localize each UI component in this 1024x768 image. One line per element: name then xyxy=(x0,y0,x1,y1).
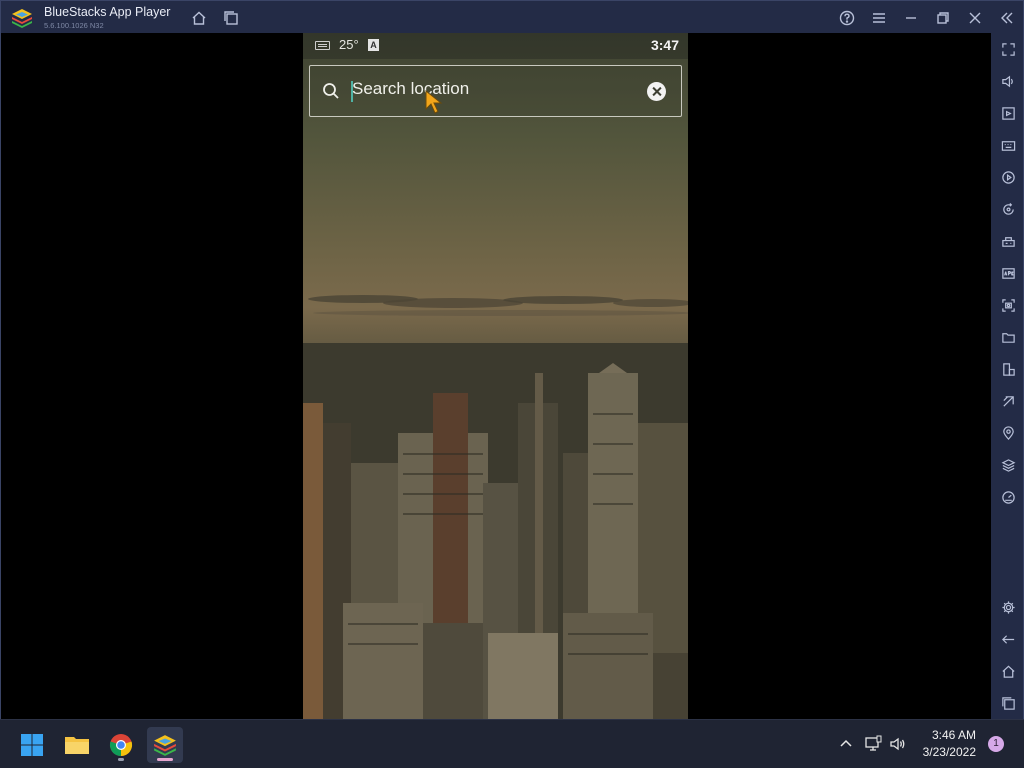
clear-search-icon[interactable] xyxy=(647,82,666,101)
notification-badge[interactable]: 1 xyxy=(988,736,1004,752)
chevron-up-icon[interactable] xyxy=(837,735,855,753)
game-controls-icon xyxy=(1001,236,1015,247)
screen-cast-icon xyxy=(1001,106,1015,120)
apk-install-button[interactable] xyxy=(997,262,1019,284)
network-icon[interactable] xyxy=(864,735,882,753)
chrome-icon xyxy=(109,734,133,757)
back-icon xyxy=(1001,634,1014,644)
settings-button[interactable] xyxy=(997,596,1019,618)
back-button[interactable] xyxy=(997,628,1019,650)
bluestacks-taskbar-button[interactable] xyxy=(147,727,183,763)
recent-apps-icon xyxy=(1001,696,1015,710)
multi-device-icon xyxy=(1002,362,1015,376)
minimize-icon xyxy=(906,17,916,19)
file-explorer-icon xyxy=(65,737,89,754)
eco-mode-button[interactable] xyxy=(997,390,1019,412)
bluestacks-logo-icon xyxy=(12,9,32,28)
help-button[interactable] xyxy=(836,7,858,29)
keyboard-icon xyxy=(315,41,330,50)
app-version: 5.6.100.1026 N32 xyxy=(44,21,104,30)
screen-cast-button[interactable] xyxy=(997,102,1019,124)
home-button[interactable] xyxy=(188,7,210,29)
location-icon xyxy=(1002,425,1014,440)
search-location-input[interactable]: Search location xyxy=(352,79,469,99)
settings-icon xyxy=(1001,600,1015,614)
volume-button[interactable] xyxy=(997,70,1019,92)
bluestacks-active-indicator xyxy=(157,758,173,761)
speaker-icon[interactable] xyxy=(889,735,907,753)
location-button[interactable] xyxy=(997,422,1019,444)
menu-icon xyxy=(873,13,885,23)
minimize-button[interactable] xyxy=(900,7,922,29)
eco-mode-icon xyxy=(1002,395,1014,407)
screenshot-icon xyxy=(1001,298,1015,312)
chrome-running-indicator xyxy=(118,758,124,761)
recent-apps-button[interactable] xyxy=(997,692,1019,714)
multi-instance-icon xyxy=(224,11,238,25)
rotate-icon xyxy=(1002,202,1014,215)
status-time: 3:47 xyxy=(650,37,679,53)
taskbar-clock-time[interactable]: 3:46 AM xyxy=(932,728,976,742)
search-location-box[interactable]: Search location xyxy=(309,65,682,117)
folder-button[interactable] xyxy=(997,326,1019,348)
keyboard-controls-icon xyxy=(1001,140,1015,151)
collapse-sidebar-button[interactable] xyxy=(996,7,1018,29)
help-icon xyxy=(839,10,855,26)
close-button[interactable] xyxy=(964,7,986,29)
status-temperature: 25° xyxy=(339,37,359,52)
cloud-band-image xyxy=(308,295,688,316)
layers-icon xyxy=(1001,458,1015,472)
close-icon xyxy=(969,12,981,24)
restore-icon xyxy=(937,12,949,24)
title-bar: BlueStacks App Player 5.6.100.1026 N32 xyxy=(0,0,1024,33)
multi-device-button[interactable] xyxy=(997,358,1019,380)
macro-record-button[interactable] xyxy=(997,166,1019,188)
bluestacks-icon xyxy=(154,735,176,756)
android-home-button[interactable] xyxy=(997,660,1019,682)
windows-start-icon xyxy=(21,734,43,756)
speed-button[interactable] xyxy=(997,486,1019,508)
speed-icon xyxy=(1001,490,1015,504)
right-tool-sidebar xyxy=(991,33,1024,719)
folder-icon xyxy=(1001,332,1015,343)
android-status-bar: 25° A 3:47 xyxy=(303,33,688,59)
macro-record-icon xyxy=(1001,170,1015,184)
home-icon xyxy=(192,11,206,25)
search-icon xyxy=(323,83,339,99)
apk-install-icon xyxy=(1001,267,1015,279)
multi-instance-button[interactable] xyxy=(220,7,242,29)
rotate-button[interactable] xyxy=(997,198,1019,220)
app-title: BlueStacks App Player xyxy=(44,5,171,19)
city-skyline-image xyxy=(303,343,688,719)
volume-icon xyxy=(1001,75,1013,87)
keyboard-controls-button[interactable] xyxy=(997,134,1019,156)
screenshot-button[interactable] xyxy=(997,294,1019,316)
menu-button[interactable] xyxy=(868,7,890,29)
chrome-button[interactable] xyxy=(103,727,139,763)
restore-button[interactable] xyxy=(932,7,954,29)
start-button[interactable] xyxy=(14,727,50,763)
android-home-icon xyxy=(1001,665,1015,678)
android-screen: 25° A 3:47 Search location xyxy=(303,33,688,719)
layers-button[interactable] xyxy=(997,454,1019,476)
a-badge-icon: A xyxy=(368,39,379,51)
file-explorer-button[interactable] xyxy=(59,727,95,763)
game-controls-button[interactable] xyxy=(997,230,1019,252)
fullscreen-button[interactable] xyxy=(997,38,1019,60)
fullscreen-icon xyxy=(1001,42,1015,56)
collapse-sidebar-icon xyxy=(1001,12,1013,24)
taskbar-clock-date[interactable]: 3/23/2022 xyxy=(923,745,976,759)
mouse-cursor-icon xyxy=(425,90,443,114)
